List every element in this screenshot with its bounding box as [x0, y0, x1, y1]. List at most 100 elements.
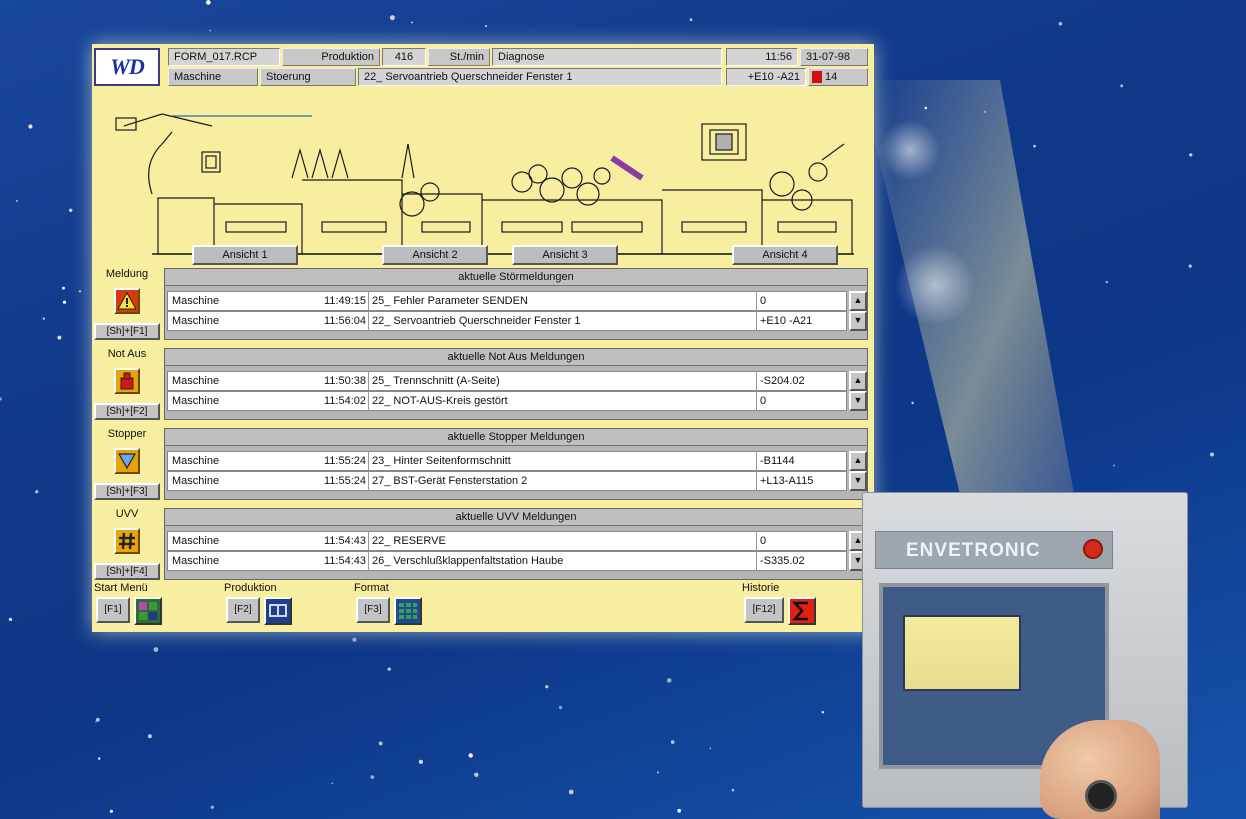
row-code: 0 — [756, 292, 766, 310]
scroll-down-button[interactable]: ▼ — [849, 311, 867, 331]
scroll-up-button[interactable]: ▲ — [849, 451, 867, 471]
f12-key-button[interactable]: [F12] — [744, 597, 784, 623]
row-time: 11:54:02 — [323, 395, 366, 407]
star — [731, 788, 735, 792]
scroll-down-button[interactable]: ▼ — [849, 471, 867, 491]
star — [411, 21, 413, 24]
star — [210, 805, 214, 809]
star — [689, 18, 693, 22]
table-row[interactable]: Maschine 11:54:43 22_ RESERVE 0 — [167, 531, 847, 551]
table-row[interactable]: Maschine 11:56:04 22_ Servoantrieb Quers… — [167, 311, 847, 331]
grid-hash-icon[interactable] — [114, 528, 140, 554]
row-time: 11:54:43 — [323, 555, 366, 567]
recipe-field: FORM_017.RCP — [168, 48, 280, 66]
table-row[interactable]: Maschine 11:49:15 25_ Fehler Parameter S… — [167, 291, 847, 311]
start-menu-label: Start Menü — [94, 582, 148, 594]
scroll-down-button[interactable]: ▼ — [849, 391, 867, 411]
star — [370, 775, 375, 779]
fault-count: 14 — [825, 71, 838, 83]
row-code: -S204.02 — [756, 372, 805, 390]
table-row[interactable]: Maschine 11:55:24 23_ Hinter Seitenforms… — [167, 451, 847, 471]
star — [468, 753, 473, 758]
scroll-up-button[interactable]: ▲ — [849, 371, 867, 391]
machine-schematic — [115, 113, 854, 255]
star — [911, 401, 914, 405]
not-aus-key-button[interactable]: [Sh]+[F2] — [94, 403, 160, 420]
row-code: +E10 -A21 — [756, 312, 812, 330]
star — [418, 759, 423, 765]
star — [35, 490, 39, 494]
uvv-label: UVV — [115, 508, 139, 520]
produktion-value: 416 — [382, 48, 426, 66]
star — [485, 25, 487, 28]
view-4-button[interactable]: Ansicht 4 — [732, 245, 838, 265]
star — [378, 741, 383, 746]
star — [206, 0, 211, 5]
row-code: -S335.02 — [756, 552, 805, 570]
star — [474, 772, 479, 777]
f3-key-button[interactable]: [F3] — [356, 597, 390, 623]
row-source: Maschine — [172, 395, 220, 407]
not-aus-title: aktuelle Not Aus Meldungen — [165, 349, 867, 366]
star — [677, 808, 682, 813]
table-row[interactable]: Maschine 11:54:43 26_ Verschlußklappenfa… — [167, 551, 847, 571]
view-1-button[interactable]: Ansicht 1 — [192, 245, 298, 265]
star — [352, 637, 357, 642]
start-menu-icon[interactable] — [134, 597, 162, 625]
row-source: Maschine — [172, 315, 220, 327]
star — [545, 685, 549, 689]
star — [1105, 280, 1109, 284]
star — [331, 782, 334, 785]
wd-logo: WD — [94, 48, 160, 86]
row-time: 11:49:15 — [323, 295, 366, 307]
row-code: +L13-A115 — [756, 472, 813, 490]
row-text: 23_ Hinter Seitenformschnitt — [368, 452, 511, 470]
format-grid-icon[interactable] — [394, 597, 422, 625]
row-code: 0 — [756, 392, 766, 410]
stoerung-label: Stoerung — [260, 68, 356, 86]
star — [109, 809, 113, 813]
row-source: Maschine — [172, 295, 220, 307]
stopper-title: aktuelle Stopper Meldungen — [165, 429, 867, 446]
device-brand-plate: ENVETRONIC — [875, 531, 1113, 569]
format-label: Format — [354, 582, 389, 594]
emergency-stop-icon[interactable] — [114, 368, 140, 394]
star — [1120, 84, 1124, 88]
produktion-label: Produktion — [282, 48, 380, 66]
not-aus-panel: aktuelle Not Aus Meldungen Maschine 11:5… — [164, 348, 868, 420]
uvv-key-button[interactable]: [Sh]+[F4] — [94, 563, 160, 580]
row-time: 11:55:24 — [323, 455, 366, 467]
star — [387, 667, 391, 671]
meldung-key-button[interactable]: [Sh]+[F1] — [94, 323, 160, 340]
sigma-icon[interactable] — [788, 597, 816, 625]
star — [1210, 452, 1214, 457]
scroll-up-button[interactable]: ▲ — [849, 291, 867, 311]
row-source: Maschine — [172, 535, 220, 547]
date-field: 31-07-98 — [800, 48, 868, 66]
uvv-panel: aktuelle UVV Meldungen Maschine 11:54:43… — [164, 508, 868, 580]
star — [670, 740, 675, 744]
stoermeldungen-panel: aktuelle Störmeldungen Maschine 11:49:15… — [164, 268, 868, 340]
fault-code-field: +E10 -A21 — [726, 68, 806, 86]
stopper-triangle-icon[interactable] — [114, 448, 140, 474]
time-field: 11:56 — [726, 48, 798, 66]
view-3-button[interactable]: Ansicht 3 — [512, 245, 618, 265]
f2-key-button[interactable]: [F2] — [226, 597, 260, 623]
star — [147, 734, 152, 739]
production-display-icon[interactable] — [264, 597, 292, 625]
star — [209, 29, 212, 32]
table-row[interactable]: Maschine 11:55:24 27_ BST-Gerät Fensters… — [167, 471, 847, 491]
warning-triangle-icon[interactable] — [114, 288, 140, 314]
row-source: Maschine — [172, 555, 220, 567]
table-row[interactable]: Maschine 11:54:02 22_ NOT-AUS-Kreis gest… — [167, 391, 847, 411]
table-row[interactable]: Maschine 11:50:38 25_ Trennschnitt (A-Se… — [167, 371, 847, 391]
stopper-key-button[interactable]: [Sh]+[F3] — [94, 483, 160, 500]
f1-key-button[interactable]: [F1] — [96, 597, 130, 623]
star — [62, 286, 65, 290]
star — [153, 647, 159, 652]
hmi-screen: WD FORM_017.RCP Produktion 416 St./min D… — [92, 44, 874, 632]
row-text: 22_ RESERVE — [368, 532, 446, 550]
device-screen-thumbnail — [903, 615, 1021, 691]
row-code: -B1144 — [756, 452, 795, 470]
view-2-button[interactable]: Ansicht 2 — [382, 245, 488, 265]
